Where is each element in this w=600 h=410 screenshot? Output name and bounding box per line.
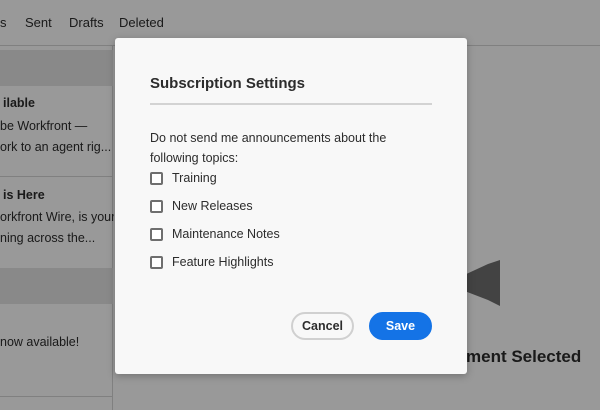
cancel-button[interactable]: Cancel [291, 312, 354, 340]
dialog-divider [150, 103, 432, 105]
checkbox-label: Feature Highlights [172, 255, 274, 269]
checkbox-label: Training [172, 171, 217, 185]
checkbox-row-feature-highlights[interactable]: Feature Highlights [150, 253, 273, 271]
subscription-settings-dialog: Subscription Settings Do not send me ann… [115, 38, 467, 374]
dialog-description: Do not send me announcements about the f… [150, 131, 387, 165]
checkbox-row-training[interactable]: Training [150, 169, 217, 187]
feature-highlights-checkbox[interactable] [150, 255, 163, 269]
checkbox-label: Maintenance Notes [172, 227, 280, 241]
checkbox-label: New Releases [172, 199, 253, 213]
checkbox-row-maintenance-notes[interactable]: Maintenance Notes [150, 225, 280, 243]
maintenance-notes-checkbox[interactable] [150, 227, 163, 241]
training-checkbox[interactable] [150, 171, 163, 185]
save-button[interactable]: Save [369, 312, 432, 340]
checkbox-row-new-releases[interactable]: New Releases [150, 197, 253, 215]
new-releases-checkbox[interactable] [150, 199, 163, 213]
dialog-title: Subscription Settings [150, 75, 306, 92]
